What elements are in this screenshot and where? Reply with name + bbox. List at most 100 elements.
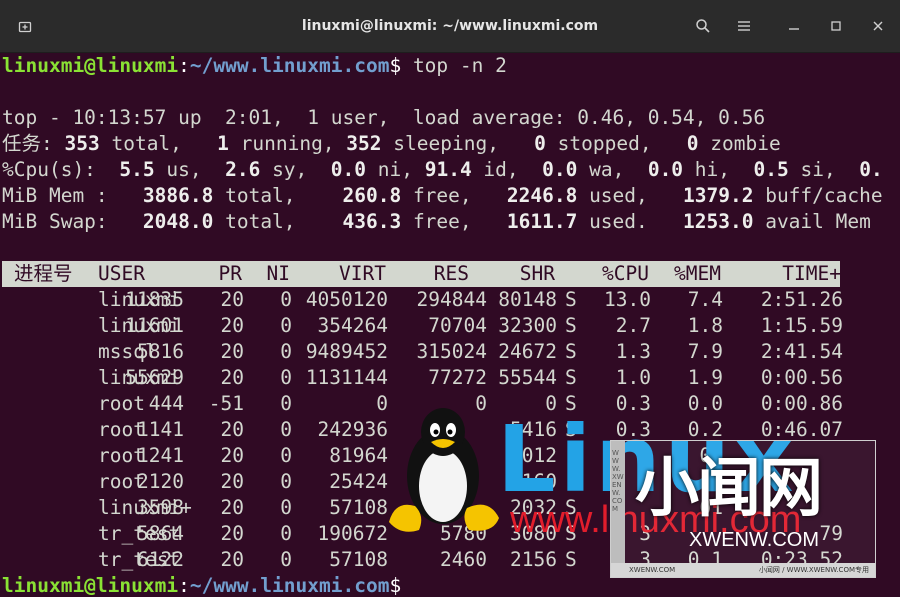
table-row[interactable]: 5816 mssql 20 0 9489452 315024 24672 S 1.3 7.9 2:4… xyxy=(2,339,843,365)
cell-ni: 0 xyxy=(280,314,292,337)
cell-ni: 0 xyxy=(280,340,292,363)
cell-user: tr_test xyxy=(98,522,181,545)
cell-state: S xyxy=(565,288,577,311)
tasks-line: 任务: 353 total, 1 running, 352 sleeping, … xyxy=(2,132,781,155)
column-header-virt: VIRT xyxy=(339,262,386,285)
cell-ni: 0 xyxy=(280,392,292,415)
column-header-pid: 进程号 xyxy=(14,262,73,285)
prompt-line: linuxmi@linuxmi:~/www.linuxmi.com$ top -… xyxy=(2,53,507,79)
column-header-user: USER xyxy=(98,262,145,285)
cell-state: S xyxy=(565,340,577,363)
cell-ni: 0 xyxy=(280,366,292,389)
cell-shr: 32300 xyxy=(498,314,557,337)
watermark-badge: WWW.XWENW.COM 小闻网 XWENW.COM XWENW.COM 小闻… xyxy=(610,440,876,578)
cell-pid: 444 xyxy=(148,392,184,415)
maximize-icon[interactable] xyxy=(823,13,849,39)
cell-virt: 57108 xyxy=(329,496,388,519)
cell-virt: 354264 xyxy=(317,314,388,337)
cell-pr: 20 xyxy=(220,288,244,311)
command-text: top -n 2 xyxy=(401,54,507,77)
cell-mem: 1.8 xyxy=(687,314,723,337)
cell-virt: 81964 xyxy=(329,444,388,467)
cell-res: 2460 xyxy=(440,548,487,571)
process-table-header: 进程号 USER PR NI VIRT RES SHR %CPU %MEM TIME+ xyxy=(2,261,841,287)
cell-cpu: 1.3 xyxy=(615,340,651,363)
prompt-user-host: linuxmi@linuxmi xyxy=(2,54,179,77)
cell-ni: 0 xyxy=(280,444,292,467)
column-header-time: TIME+ xyxy=(782,262,841,285)
cell-pr: 20 xyxy=(220,444,244,467)
close-icon[interactable] xyxy=(865,13,891,39)
cell-pr: -51 xyxy=(208,392,244,415)
cell-shr: 55544 xyxy=(498,366,557,389)
cell-pr: 20 xyxy=(220,418,244,441)
cell-virt: 190672 xyxy=(317,522,388,545)
cell-ni: 0 xyxy=(280,418,292,441)
cell-mem: 7.9 xyxy=(687,340,723,363)
cell-shr: 2156 xyxy=(510,548,557,571)
table-row[interactable]: 11601 linuxmi 20 0 354264 70704 32300 S 2.7 1.8 1:… xyxy=(2,313,843,339)
prompt-dollar: $ xyxy=(389,54,402,77)
cell-shr: 24672 xyxy=(498,340,557,363)
cell-virt: 9489452 xyxy=(305,340,388,363)
cell-pr: 20 xyxy=(220,548,244,571)
cell-pr: 20 xyxy=(220,366,244,389)
minimize-icon[interactable] xyxy=(781,13,807,39)
cell-virt: 57108 xyxy=(329,548,388,571)
cell-res: 77272 xyxy=(428,366,487,389)
prompt-path: ~/www.linuxmi.com xyxy=(189,54,390,77)
watermark-small-left: XWENW.COM xyxy=(629,566,676,574)
title-bar: linuxmi@linuxmi: ~/www.linuxmi.com xyxy=(0,0,900,53)
column-header-ni: NI xyxy=(266,262,290,285)
cell-pr: 20 xyxy=(220,522,244,545)
tux-penguin-logo xyxy=(385,404,505,536)
column-header-shr: SHR xyxy=(519,262,555,285)
cell-mem: 7.4 xyxy=(687,288,723,311)
column-header-mem: %MEM xyxy=(674,262,721,285)
cell-ni: 0 xyxy=(280,548,292,571)
cell-ni: 0 xyxy=(280,470,292,493)
cell-ni: 0 xyxy=(280,496,292,519)
cell-state: S xyxy=(565,314,577,337)
cell-virt: 1131144 xyxy=(305,366,388,389)
search-icon[interactable] xyxy=(690,13,716,39)
cell-state: S xyxy=(565,366,577,389)
cell-time: 1:15.59 xyxy=(760,314,843,337)
cell-user: linuxmi xyxy=(98,288,181,311)
column-header-pr: PR xyxy=(218,262,242,285)
cell-user: root xyxy=(98,444,145,467)
hamburger-menu-icon[interactable] xyxy=(731,13,757,39)
cell-user: root xyxy=(98,418,145,441)
cell-virt: 242936 xyxy=(317,418,388,441)
cell-state: S xyxy=(565,548,577,571)
terminal-window: linuxmi@linuxmi: ~/www.linuxmi.com linux… xyxy=(0,0,900,597)
window-title: linuxmi@linuxmi: ~/www.linuxmi.com xyxy=(301,18,599,34)
cell-cpu: 2.7 xyxy=(615,314,651,337)
table-row[interactable]: 11835 linuxmi 20 0 4050120 294844 80148 S 13.0 7.… xyxy=(2,287,843,313)
cpu-line: %Cpu(s): 5.5 us, 2.6 sy, 0.0 ni, 91.4 id… xyxy=(2,158,883,181)
prompt-line-bottom: linuxmi@linuxmi:~/www.linuxmi.com$ xyxy=(2,574,402,597)
cell-user: tr_test xyxy=(98,548,181,571)
cell-virt: 4050120 xyxy=(305,288,388,311)
watermark-domain: XWENW.COM xyxy=(689,529,819,551)
swap-line: MiB Swap: 2048.0 total, 436.3 free, 1611… xyxy=(2,210,871,233)
cell-user: root xyxy=(98,392,145,415)
cell-virt: 25424 xyxy=(329,470,388,493)
watermark-small-right: 小闻网 / WWW.XWENW.COM专用 xyxy=(758,566,869,574)
cell-user: linuxmi+ xyxy=(98,496,192,519)
cell-shr: 80148 xyxy=(498,288,557,311)
cell-user: linuxmi xyxy=(98,366,181,389)
watermark-side-text: WWW.XWENW.COM xyxy=(612,449,624,513)
column-header-res: RES xyxy=(433,262,469,285)
cell-pr: 20 xyxy=(220,470,244,493)
table-row[interactable]: 55629 linuxmi 20 0 1131144 77272 55544 S 1.0 1.9 0… xyxy=(2,365,843,391)
cell-user: mssql xyxy=(98,340,157,363)
cell-cpu: 1.0 xyxy=(615,366,651,389)
cell-pr: 20 xyxy=(220,314,244,337)
cell-res: 294844 xyxy=(416,288,487,311)
cell-user: root xyxy=(98,470,145,493)
cell-pr: 20 xyxy=(220,340,244,363)
column-header-cpu: %CPU xyxy=(602,262,649,285)
cell-ni: 0 xyxy=(280,522,292,545)
cell-user: linuxmi xyxy=(98,314,181,337)
